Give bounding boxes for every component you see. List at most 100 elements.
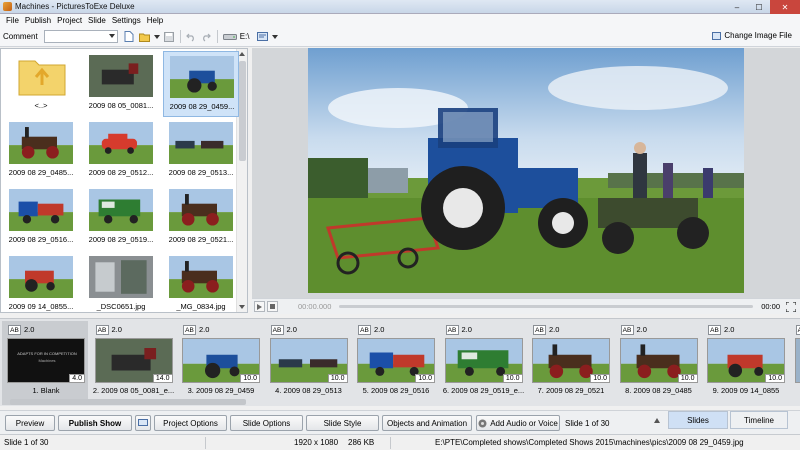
slide-caption: 8. 2009 08 29_0485 (625, 386, 692, 395)
slide-caption: 2. 2009 08 05_0081_e... (92, 386, 175, 395)
transition-badge[interactable]: AB (533, 325, 546, 335)
browser-item[interactable]: 2009 08 29_0521... (163, 185, 239, 251)
browser-item[interactable]: 2009 08 05_0081... (83, 51, 159, 117)
blank-slide-line1: ADAPTS FOR IN COMPETITION (17, 351, 77, 356)
slide-item[interactable]: AB 2.0 ADAPTS FOR IN COMPETITION Machines 4.… (2, 321, 88, 405)
browser-item[interactable]: 2009 08 29_0519... (83, 185, 159, 251)
preview-image (308, 48, 744, 293)
slide-item[interactable]: AB (790, 321, 800, 405)
comment-label: Comment (3, 32, 38, 41)
redo-icon[interactable] (201, 31, 212, 42)
seek-track[interactable] (339, 305, 754, 308)
browser-item[interactable]: 2009 08 29_0485... (3, 118, 79, 184)
slide-caption: 3. 2009 08 29_0459 (187, 386, 255, 395)
thumbnail-image (170, 56, 234, 98)
status-size: 286 KB (348, 438, 375, 447)
slide-item[interactable]: AB 2.0 10.0 7. 2009 08 29_0521 (527, 321, 613, 405)
fullscreen-icon[interactable] (785, 300, 797, 313)
menu-slide[interactable]: Slide (85, 16, 109, 25)
browser-item[interactable]: 2009 08 29_0512... (83, 118, 159, 184)
thumbnail-image (9, 122, 73, 164)
status-path: E:\PTE\Completed shows\Completed Shows 2… (435, 438, 744, 447)
menu-settings[interactable]: Settings (109, 16, 144, 25)
scroll-thumb[interactable] (239, 61, 246, 161)
browser-item-label: 2009 08 29_0485... (8, 168, 74, 177)
slide-thumbnail: 10.0 (707, 338, 785, 383)
slide-thumbnail: 10.0 (269, 338, 348, 383)
preview-button[interactable]: Preview (5, 415, 55, 431)
transition-badge[interactable]: AB (445, 325, 459, 335)
transition-badge[interactable]: AB (95, 325, 109, 335)
tab-slides[interactable]: Slides (668, 411, 728, 429)
scroll-down-icon[interactable] (239, 305, 245, 309)
audio-icon (478, 419, 487, 427)
drive-icon[interactable] (222, 31, 237, 42)
menu-file[interactable]: File (3, 16, 22, 25)
collapse-arrow-icon[interactable] (654, 418, 660, 423)
toolbar-separator (216, 30, 218, 43)
transition-badge[interactable]: AB (8, 325, 21, 335)
project-options-button[interactable]: Project Options (154, 415, 227, 431)
stop-button[interactable] (267, 301, 278, 312)
transition-badge[interactable]: AB (183, 325, 196, 335)
slide-item[interactable]: AB 2.0 10.0 9. 2009 09 14_0855 (702, 321, 788, 405)
transition-duration: 2.0 (199, 325, 210, 334)
menu-project[interactable]: Project (54, 16, 85, 25)
slide-thumbnail: 10.0 (357, 338, 435, 383)
scroll-up-icon[interactable] (239, 52, 245, 56)
status-resolution: 1920 x 1080 (294, 438, 339, 447)
slide-caption: 6. 2009 08 29_0519_e... (442, 386, 525, 395)
dropdown-arrow-icon[interactable] (153, 31, 160, 42)
view-mode-icon[interactable] (257, 31, 269, 42)
browser-item-label: 2009 08 29_0521... (168, 235, 234, 244)
transition-badge[interactable]: AB (270, 325, 284, 335)
slide-thumbnail: 10.0 (619, 338, 698, 383)
browser-item-parent-folder[interactable]: <..> (3, 51, 79, 117)
browser-item[interactable]: _MG_0834.jpg (163, 252, 239, 312)
browser-item[interactable]: 2009 08 29_0513... (163, 118, 239, 184)
minimize-button[interactable]: – (726, 0, 748, 14)
transition-badge[interactable]: AB (358, 325, 371, 335)
transition-badge[interactable]: AB (795, 325, 800, 335)
slide-item[interactable]: AB 2.0 10.0 4. 2009 08 29_0513 (265, 321, 351, 405)
save-icon[interactable] (164, 31, 175, 42)
open-folder-icon[interactable] (138, 31, 150, 42)
transition-badge[interactable]: AB (708, 325, 721, 335)
objects-animation-button[interactable]: Objects and Animation (382, 415, 472, 431)
tab-timeline[interactable]: Timeline (730, 411, 788, 429)
close-button[interactable]: ✕ (770, 0, 800, 14)
menu-publish[interactable]: Publish (22, 16, 54, 25)
slide-options-button[interactable]: Slide Options (230, 415, 303, 431)
slide-item[interactable]: AB 2.0 10.0 8. 2009 08 29_0485 (615, 321, 701, 405)
drive-label[interactable]: E:\ (240, 32, 250, 41)
slide-item[interactable]: AB 2.0 14.0 2. 2009 08 05_0081_e... (90, 321, 176, 405)
slide-style-button[interactable]: Slide Style (306, 415, 379, 431)
slide-item[interactable]: AB 2.0 10.0 5. 2009 08 29_0516 (352, 321, 438, 405)
browser-item[interactable]: _DSC0651.jpg (83, 252, 159, 312)
transition-badge[interactable]: AB (620, 325, 634, 335)
browser-item[interactable]: 2009 08 29_0459... (163, 51, 239, 117)
dropdown-arrow-icon[interactable] (272, 31, 279, 42)
slide-item[interactable]: AB 2.0 10.0 3. 2009 08 29_0459 (177, 321, 263, 405)
toolbar: Comment E:\ Change Image File (0, 27, 800, 47)
new-file-icon[interactable] (124, 31, 135, 42)
menu-help[interactable]: Help (144, 16, 166, 25)
undo-icon[interactable] (186, 31, 197, 42)
strip-scrollbar[interactable] (0, 398, 800, 406)
play-button[interactable] (254, 301, 265, 312)
screen-icon-button[interactable] (135, 415, 151, 431)
slide-caption: 9. 2009 09 14_0855 (712, 386, 780, 395)
player-bar: 00:00.000 00:00 (252, 298, 800, 314)
slides-strip: AB 2.0 ADAPTS FOR IN COMPETITION Machines 4.… (0, 318, 800, 406)
strip-scroll-thumb[interactable] (10, 399, 246, 405)
maximize-button[interactable]: ☐ (748, 0, 770, 14)
change-image-button[interactable]: Change Image File (712, 31, 792, 40)
add-audio-label: Add Audio or Voice (490, 418, 558, 428)
slide-item[interactable]: AB 2.0 10.0 6. 2009 08 29_0519_e... (440, 321, 526, 405)
total-time: 00:00 (761, 302, 780, 311)
add-audio-button[interactable]: Add Audio or Voice (476, 415, 560, 431)
publish-show-button[interactable]: Publish Show (58, 415, 132, 431)
comment-dropdown[interactable] (43, 30, 118, 43)
browser-item[interactable]: 2009 09 14_0855... (3, 252, 79, 312)
browser-item[interactable]: 2009 08 29_0516... (3, 185, 79, 251)
